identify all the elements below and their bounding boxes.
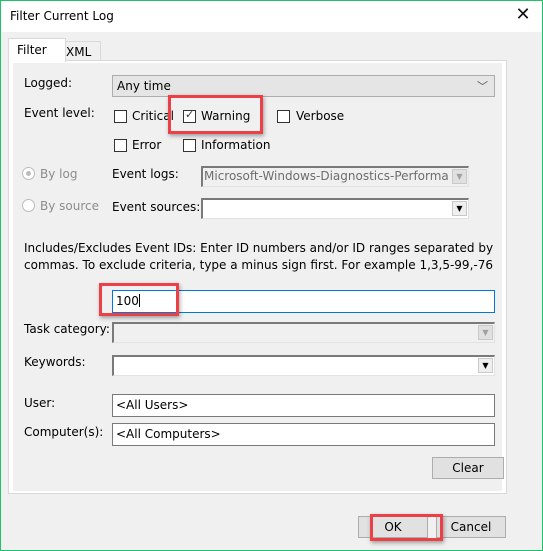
- error-checkbox[interactable]: [114, 139, 127, 152]
- dropdown-arrow-icon[interactable]: ▼: [452, 169, 467, 184]
- task-category-label: Task category:: [24, 322, 110, 336]
- information-label: Information: [201, 138, 271, 152]
- event-logs-combo[interactable]: Microsoft-Windows-Diagnostics-Performanc…: [201, 166, 469, 187]
- event-ids-input[interactable]: 100: [112, 290, 495, 313]
- warning-label: Warning: [201, 109, 251, 123]
- event-ids-value: 100: [116, 294, 139, 308]
- by-source-label: By source: [40, 199, 99, 213]
- filter-current-log-dialog: Filter Current Log ✕ Filter XML Logged: …: [0, 0, 543, 551]
- error-label: Error: [132, 138, 162, 152]
- logged-label: Logged:: [24, 76, 73, 90]
- cancel-button-label: Cancel: [450, 520, 492, 534]
- filter-panel: Logged: Any time ﹀ Event level: Critical…: [8, 60, 507, 494]
- computers-input[interactable]: <All Computers>: [112, 423, 495, 446]
- clear-button-label: Clear: [452, 461, 484, 475]
- checkmark-icon: ✓: [185, 108, 195, 121]
- ok-button[interactable]: OK: [358, 516, 428, 538]
- event-level-label: Event level:: [24, 106, 95, 120]
- dropdown-arrow-icon[interactable]: ▼: [478, 325, 493, 340]
- keywords-label: Keywords:: [24, 355, 86, 369]
- user-input[interactable]: <All Users>: [112, 394, 495, 417]
- event-logs-value: Microsoft-Windows-Diagnostics-Performanc…: [204, 169, 449, 183]
- verbose-checkbox[interactable]: [277, 110, 290, 123]
- by-log-label: By log: [40, 167, 78, 181]
- chevron-down-icon: ﹀: [477, 80, 488, 93]
- critical-label: Critical: [132, 109, 174, 123]
- dialog-title: Filter Current Log: [10, 9, 114, 23]
- by-log-radio[interactable]: [22, 167, 35, 180]
- radio-selected-dot: [26, 171, 31, 176]
- event-sources-label: Event sources:: [112, 200, 201, 214]
- logged-select[interactable]: Any time ﹀: [112, 75, 495, 97]
- user-label: User:: [24, 396, 56, 410]
- event-sources-combo[interactable]: ▼: [201, 198, 469, 219]
- tab-xml-label: XML: [66, 45, 92, 59]
- computers-value: <All Computers>: [116, 427, 221, 441]
- user-value: <All Users>: [116, 398, 189, 412]
- ok-button-label: OK: [384, 520, 402, 534]
- close-icon[interactable]: ✕: [512, 4, 534, 26]
- dropdown-arrow-icon[interactable]: ▼: [452, 201, 467, 216]
- tab-filter-label: Filter: [17, 43, 47, 57]
- task-category-combo[interactable]: ▼: [112, 322, 495, 343]
- tab-filter[interactable]: Filter: [8, 38, 66, 62]
- critical-checkbox[interactable]: [114, 110, 127, 123]
- verbose-label: Verbose: [296, 109, 345, 123]
- keywords-combo[interactable]: ▼: [112, 355, 495, 376]
- dropdown-arrow-icon[interactable]: ▼: [478, 358, 493, 373]
- event-logs-label: Event logs:: [112, 167, 179, 181]
- logged-value: Any time: [117, 79, 171, 93]
- cancel-button[interactable]: Cancel: [436, 516, 506, 538]
- by-source-radio[interactable]: [22, 199, 35, 212]
- clear-button[interactable]: Clear: [432, 457, 504, 479]
- warning-checkbox[interactable]: ✓: [183, 108, 196, 123]
- computers-label: Computer(s):: [24, 425, 104, 439]
- information-checkbox[interactable]: [183, 139, 196, 152]
- text-caret: [138, 294, 140, 307]
- event-ids-description: Includes/Excludes Event IDs: Enter ID nu…: [24, 241, 494, 272]
- title-bar: Filter Current Log ✕: [1, 1, 542, 32]
